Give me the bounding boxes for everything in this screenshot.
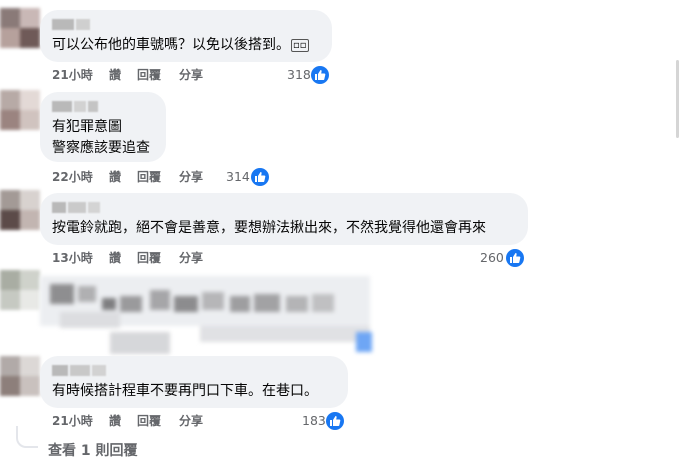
timestamp[interactable]: 13小時 (52, 250, 93, 266)
like-link[interactable]: 讚 (109, 250, 121, 266)
comment-text: 可以公布他的車號嗎？以免以後搭到。 ▫▫ (52, 37, 309, 53)
share-link[interactable]: 分享 (179, 169, 203, 185)
reply-link[interactable]: 回覆 (137, 250, 161, 266)
comment-bubble: 有犯罪意圖 警察應該要追查 (40, 92, 166, 162)
author-name-redacted[interactable] (52, 17, 320, 31)
reply-thread-connector (16, 426, 38, 448)
author-name-redacted[interactable] (52, 99, 154, 113)
view-replies-link[interactable]: 查看 1 則回覆 (48, 440, 138, 460)
comment-text: 有犯罪意圖 警察應該要追查 (52, 119, 150, 156)
reaction-count[interactable]: 318 (287, 66, 311, 84)
comment-bubble: 可以公布他的車號嗎？以免以後搭到。 ▫▫ (40, 10, 332, 62)
reaction-count[interactable]: 260 (480, 249, 504, 267)
avatar[interactable] (0, 90, 40, 130)
like-icon[interactable] (251, 168, 269, 186)
timestamp[interactable]: 21小時 (52, 413, 93, 429)
emoji-icon: ▫▫ (291, 39, 309, 52)
reply-link[interactable]: 回覆 (137, 67, 161, 83)
comment-text: 按電鈴就跑，絕不會是善意，要想辦法揪出來，不然我覺得他還會再來 (52, 220, 486, 236)
like-link[interactable]: 讚 (109, 67, 121, 83)
comment-text: 有時候搭計程車不要再門口下車。在巷口。 (52, 383, 318, 399)
reply-link[interactable]: 回覆 (137, 413, 161, 429)
comment-bubble: 按電鈴就跑，絕不會是善意，要想辦法揪出來，不然我覺得他還會再來 (40, 193, 528, 245)
share-link[interactable]: 分享 (179, 250, 203, 266)
avatar[interactable] (0, 270, 40, 310)
timestamp[interactable]: 22小時 (52, 169, 93, 185)
author-name-redacted[interactable] (52, 200, 516, 214)
like-link[interactable]: 讚 (109, 413, 121, 429)
like-link[interactable]: 讚 (109, 169, 121, 185)
comment-bubble: 有時候搭計程車不要再門口下車。在巷口。 (40, 356, 348, 408)
like-icon[interactable] (311, 66, 329, 84)
avatar[interactable] (0, 356, 40, 396)
avatar[interactable] (0, 190, 40, 230)
share-link[interactable]: 分享 (179, 67, 203, 83)
censored-comment-block (40, 276, 380, 356)
reaction-count[interactable]: 183 (302, 412, 326, 430)
reaction-count[interactable]: 314 (226, 168, 250, 186)
share-link[interactable]: 分享 (179, 413, 203, 429)
avatar[interactable] (0, 8, 40, 48)
like-icon[interactable] (506, 249, 524, 267)
author-name-redacted[interactable] (52, 363, 336, 377)
timestamp[interactable]: 21小時 (52, 67, 93, 83)
like-icon[interactable] (326, 412, 344, 430)
reply-link[interactable]: 回覆 (137, 169, 161, 185)
